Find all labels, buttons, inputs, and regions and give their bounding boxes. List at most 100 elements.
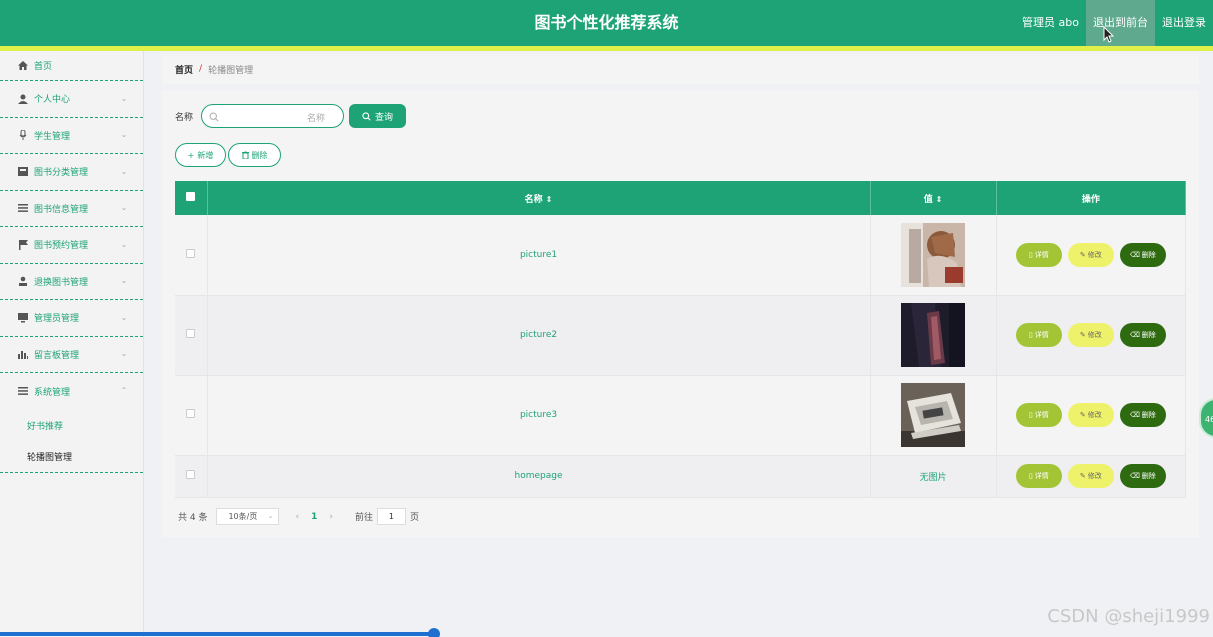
carousel-thumbnail-photo-3[interactable]	[901, 383, 966, 447]
chevron-down-icon: ⌄	[120, 130, 128, 140]
sidebar-item-label: 图书预约管理	[34, 241, 89, 252]
pencil-icon: ✎	[1079, 250, 1086, 259]
delete-button[interactable]: ⌫ 删除	[1119, 323, 1166, 347]
row-checkbox[interactable]	[186, 329, 196, 338]
sidebar-divider	[0, 471, 143, 473]
breadcrumb-current: 轮播图管理	[208, 65, 254, 76]
delete-button[interactable]: ⌫ 删除	[1119, 464, 1166, 488]
edit-button[interactable]: ✎ 修改	[1067, 242, 1114, 267]
horizontal-scrollbar[interactable]	[0, 632, 436, 636]
sidebar-item-students[interactable]: 学生管理 ⌄	[0, 118, 143, 154]
detail-button[interactable]: ▯ 详情	[1015, 242, 1062, 267]
delete-label: 删除	[1141, 331, 1156, 339]
detail-button[interactable]: ▯ 详情	[1015, 403, 1062, 427]
detail-button[interactable]: ▯ 详情	[1015, 323, 1062, 347]
edit-button[interactable]: ✎ 修改	[1067, 323, 1114, 347]
sidebar-item-label: 首页	[34, 62, 53, 72]
sidebar-item-admins[interactable]: 管理员管理 ⌄	[0, 300, 143, 337]
carousel-thumbnail-photo-1[interactable]	[901, 222, 966, 287]
row-actions: ▯ 详情 ✎ 修改 ⌫ 删除	[996, 215, 1187, 296]
page-number-current[interactable]: 1	[311, 512, 317, 522]
row-actions: ▯ 详情 ✎ 修改 ⌫ 删除	[996, 455, 1187, 498]
column-name-header[interactable]: 名称 ⇕	[207, 181, 871, 215]
list-icon	[17, 386, 29, 396]
sort-icon: ⇕	[935, 194, 943, 204]
sidebar: 首页 个人中心 ⌄ 学生管理 ⌄ 图书分类管理 ⌄ 图书信息管理 ⌄ 图书预约管…	[0, 51, 144, 637]
chevron-down-icon: ⌄	[120, 312, 128, 322]
sidebar-item-personal-center[interactable]: 个人中心 ⌄	[0, 81, 143, 118]
query-button-label: 查询	[374, 112, 393, 123]
floating-badge[interactable]: 46	[1199, 398, 1213, 438]
content-panel: 名称 名称 查询 + 新增 删除 名称 ⇕ 值 ⇕ 操作 picture1 ▯ …	[162, 90, 1199, 537]
sidebar-item-home[interactable]: 首页	[0, 51, 143, 81]
prev-page-button[interactable]: ‹	[295, 512, 299, 522]
row-value-cell	[870, 295, 997, 376]
row-name: picture2	[207, 295, 871, 376]
sidebar-item-book-return[interactable]: 退换图书管理 ⌄	[0, 264, 143, 300]
row-select-cell	[175, 215, 208, 296]
breadcrumb: 首页 / 轮播图管理	[162, 54, 1199, 84]
chevron-down-icon: ⌄	[267, 512, 274, 520]
row-name: homepage	[207, 455, 871, 498]
table-row: picture1 ▯ 详情 ✎ 修改 ⌫ 删除	[175, 215, 1187, 296]
row-select-cell	[175, 295, 208, 376]
query-button[interactable]: 查询	[349, 104, 406, 128]
sidebar-item-book-info[interactable]: 图书信息管理 ⌄	[0, 191, 143, 227]
logout-link[interactable]: 退出登录	[1155, 0, 1213, 46]
detail-label: 详情	[1034, 331, 1049, 339]
search-placeholder: 名称	[306, 114, 325, 124]
sidebar-subitem-book-recommend[interactable]: 好书推荐	[0, 410, 143, 441]
sidebar-subitem-carousel[interactable]: 轮播图管理	[0, 441, 143, 472]
detail-button[interactable]: ▯ 详情	[1015, 464, 1062, 488]
row-actions: ▯ 详情 ✎ 修改 ⌫ 删除	[996, 375, 1187, 456]
chevron-down-icon: ⌄	[120, 349, 128, 359]
page-size-select[interactable]: 10条/页 ⌄	[216, 508, 280, 525]
select-all-checkbox[interactable]	[186, 192, 196, 201]
detail-label: 详情	[1034, 250, 1049, 259]
scrollbar-handle[interactable]	[428, 628, 440, 637]
sidebar-item-system[interactable]: 系统管理 ⌃	[0, 373, 143, 410]
sort-icon: ⇕	[545, 194, 553, 204]
document-icon: ▯	[1028, 472, 1033, 480]
column-value-header[interactable]: 值 ⇕	[870, 181, 997, 215]
row-name: picture1	[207, 215, 871, 296]
breadcrumb-home[interactable]: 首页	[175, 63, 193, 76]
sidebar-item-label: 个人中心	[34, 95, 71, 106]
pagination-total: 共 4 条	[178, 513, 208, 523]
goto-page-input[interactable]: 1	[376, 508, 406, 525]
delete-button[interactable]: ⌫ 删除	[1119, 403, 1166, 427]
edit-button[interactable]: ✎ 修改	[1067, 464, 1114, 488]
sidebar-item-message-board[interactable]: 留言板管理 ⌄	[0, 337, 143, 373]
edit-button[interactable]: ✎ 修改	[1067, 403, 1114, 427]
batch-delete-button[interactable]: 删除	[228, 143, 281, 167]
sidebar-item-label: 学生管理	[34, 131, 71, 142]
sidebar-item-label: 系统管理	[34, 387, 71, 398]
delete-button[interactable]: ⌫ 删除	[1119, 242, 1166, 267]
pagination: 共 4 条 10条/页 ⌄ ‹ 1 › 前往 1 页	[178, 508, 419, 525]
edit-label: 修改	[1087, 472, 1102, 480]
breadcrumb-separator: /	[199, 64, 203, 74]
edit-label: 修改	[1087, 411, 1102, 419]
row-checkbox[interactable]	[186, 248, 196, 258]
add-button[interactable]: + 新增	[175, 143, 226, 167]
back-to-front-link[interactable]: 退出到前台	[1086, 0, 1155, 46]
user-icon	[17, 94, 29, 104]
chevron-down-icon: ⌄	[120, 166, 128, 176]
carousel-table: 名称 ⇕ 值 ⇕ 操作 picture1 ▯ 详情 ✎ 修改 ⌫ 删除 pict…	[175, 181, 1187, 498]
search-input[interactable]: 名称	[201, 104, 344, 128]
carousel-thumbnail-photo-2[interactable]	[901, 303, 966, 367]
flag-icon	[17, 239, 29, 250]
row-actions: ▯ 详情 ✎ 修改 ⌫ 删除	[996, 295, 1187, 376]
column-actions-label: 操作	[1081, 194, 1100, 205]
trash-icon: ⌫	[1129, 250, 1140, 259]
next-page-button[interactable]: ›	[329, 512, 333, 522]
row-checkbox[interactable]	[186, 470, 196, 479]
table-row: picture2 ▯ 详情 ✎ 修改 ⌫ 删除	[175, 295, 1187, 376]
row-checkbox[interactable]	[186, 409, 196, 418]
document-icon: ▯	[1028, 250, 1033, 259]
delete-label: 删除	[1141, 472, 1156, 480]
detail-label: 详情	[1034, 472, 1049, 480]
sidebar-item-book-category[interactable]: 图书分类管理 ⌄	[0, 154, 143, 191]
sidebar-item-label: 管理员管理	[34, 314, 80, 325]
sidebar-item-book-reservation[interactable]: 图书预约管理 ⌄	[0, 227, 143, 264]
